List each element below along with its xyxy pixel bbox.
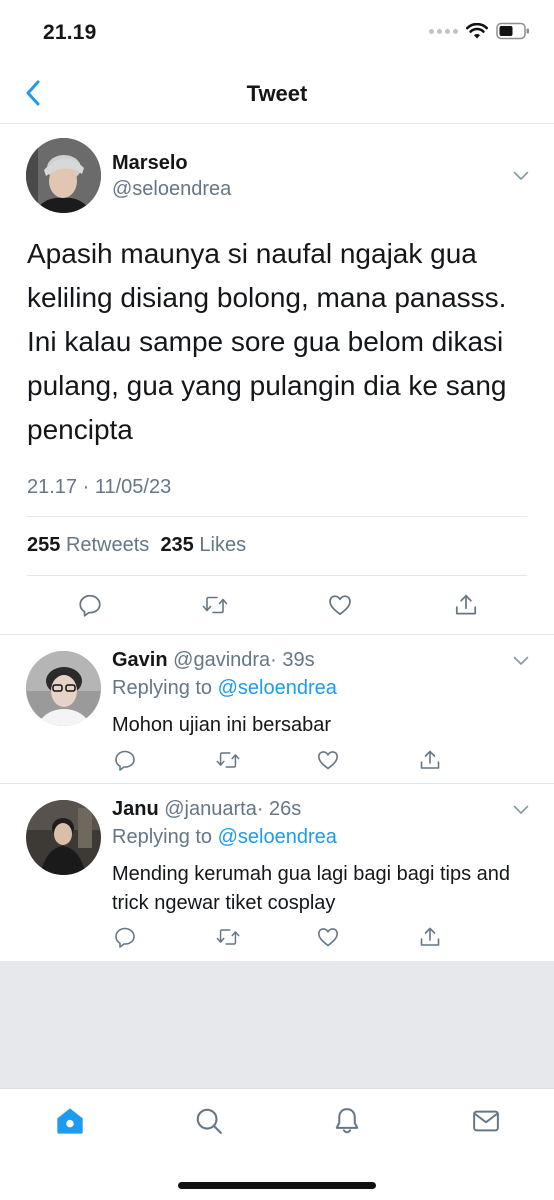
reply-header: Gavin @gavindra· 39s <box>112 649 315 672</box>
author-handle[interactable]: @seloendrea <box>112 178 231 201</box>
replying-to-label: Replying to <box>112 826 213 848</box>
retweet-button[interactable] <box>213 922 243 952</box>
retweet-icon <box>216 752 240 768</box>
tab-notifications[interactable] <box>329 1103 365 1139</box>
reply-button[interactable] <box>110 922 140 952</box>
retweet-icon <box>202 596 228 614</box>
reply-button[interactable] <box>110 745 140 775</box>
share-button[interactable] <box>415 922 445 952</box>
reply-icon <box>115 750 135 771</box>
heart-icon <box>318 928 338 947</box>
search-icon <box>196 1108 222 1134</box>
retweets-label[interactable]: Retweets <box>66 534 149 556</box>
more-options-button[interactable] <box>513 802 529 820</box>
reply-author-handle[interactable]: @gavindra <box>173 649 270 671</box>
heart-icon <box>318 751 338 770</box>
replying-to-label: Replying to <box>112 677 213 699</box>
reply-button[interactable] <box>75 590 105 620</box>
reply-text: Mohon ujian ini bersabar <box>112 714 332 736</box>
reply-author-handle[interactable]: @januarta <box>164 798 257 820</box>
navigation-header: Tweet <box>0 62 554 124</box>
tweet-actions <box>0 590 554 620</box>
status-bar: 21.19 <box>0 0 554 62</box>
reply-author-name[interactable]: Janu <box>112 798 159 820</box>
notifications-icon <box>335 1108 359 1134</box>
divider <box>27 575 527 576</box>
divider <box>27 516 527 517</box>
main-tweet: Marselo @seloendrea Apasih maunya si nau… <box>0 124 554 635</box>
share-button[interactable] <box>415 745 445 775</box>
messages-icon <box>473 1110 499 1132</box>
reply-author-name[interactable]: Gavin <box>112 649 168 671</box>
tab-search[interactable] <box>191 1103 227 1139</box>
page-title: Tweet <box>246 81 308 106</box>
share-icon <box>420 927 440 946</box>
replying-to-mention[interactable]: @seloendrea <box>218 826 337 848</box>
battery-icon <box>496 22 529 40</box>
reply-icon <box>79 594 101 617</box>
more-options-button[interactable] <box>513 653 529 671</box>
tweet-stats: 255 Retweets 235 Likes <box>27 534 246 557</box>
like-button[interactable] <box>313 922 343 952</box>
chevron-down-icon <box>513 656 529 665</box>
like-button[interactable] <box>313 745 343 775</box>
replying-to: Replying to @seloendrea <box>112 826 337 849</box>
avatar-image <box>26 800 101 875</box>
reply-time: · 39s <box>270 649 315 671</box>
avatar[interactable] <box>26 651 101 726</box>
home-indicator[interactable] <box>178 1182 376 1189</box>
avatar[interactable] <box>26 800 101 875</box>
status-time: 21.19 <box>43 21 97 44</box>
retweets-count[interactable]: 255 <box>27 534 60 556</box>
home-icon <box>57 1108 83 1134</box>
reply-tweet[interactable]: Janu @januarta· 26s Replying to @seloend… <box>0 784 554 962</box>
cellular-signal-icon <box>429 28 458 34</box>
avatar-image <box>26 138 101 213</box>
status-icons <box>429 22 530 40</box>
wifi-icon <box>466 22 488 38</box>
share-icon <box>420 750 440 769</box>
chevron-down-icon <box>513 171 529 180</box>
retweet-button[interactable] <box>200 590 230 620</box>
tweet-timestamp: 21.17 · 11/05/23 <box>27 476 172 498</box>
replying-to: Replying to @seloendrea <box>112 677 337 700</box>
reply-time: · 26s <box>256 798 302 820</box>
empty-area <box>0 962 554 1088</box>
replying-to-mention[interactable]: @seloendrea <box>218 677 337 699</box>
more-options-button[interactable] <box>513 168 529 186</box>
avatar-image <box>26 651 101 726</box>
share-button[interactable] <box>451 590 481 620</box>
heart-icon <box>329 595 351 616</box>
tab-home[interactable] <box>52 1103 88 1139</box>
chevron-down-icon <box>513 805 529 814</box>
author-name[interactable]: Marselo <box>112 152 188 175</box>
tab-messages[interactable] <box>468 1103 504 1139</box>
share-icon <box>455 594 477 615</box>
likes-count[interactable]: 235 <box>160 534 193 556</box>
reply-tweet[interactable]: Gavin @gavindra· 39s Replying to @seloen… <box>0 635 554 784</box>
reply-icon <box>115 927 135 948</box>
retweet-icon <box>216 929 240 945</box>
avatar[interactable] <box>26 138 101 213</box>
reply-text: Mending kerumah gua lagi bagi bagi tips … <box>112 863 511 914</box>
like-button[interactable] <box>325 590 355 620</box>
retweet-button[interactable] <box>213 745 243 775</box>
reply-header: Janu @januarta· 26s <box>112 798 301 821</box>
likes-label[interactable]: Likes <box>199 534 246 556</box>
tweet-text: Apasih maunya si naufal ngajak gua kelil… <box>27 238 507 445</box>
